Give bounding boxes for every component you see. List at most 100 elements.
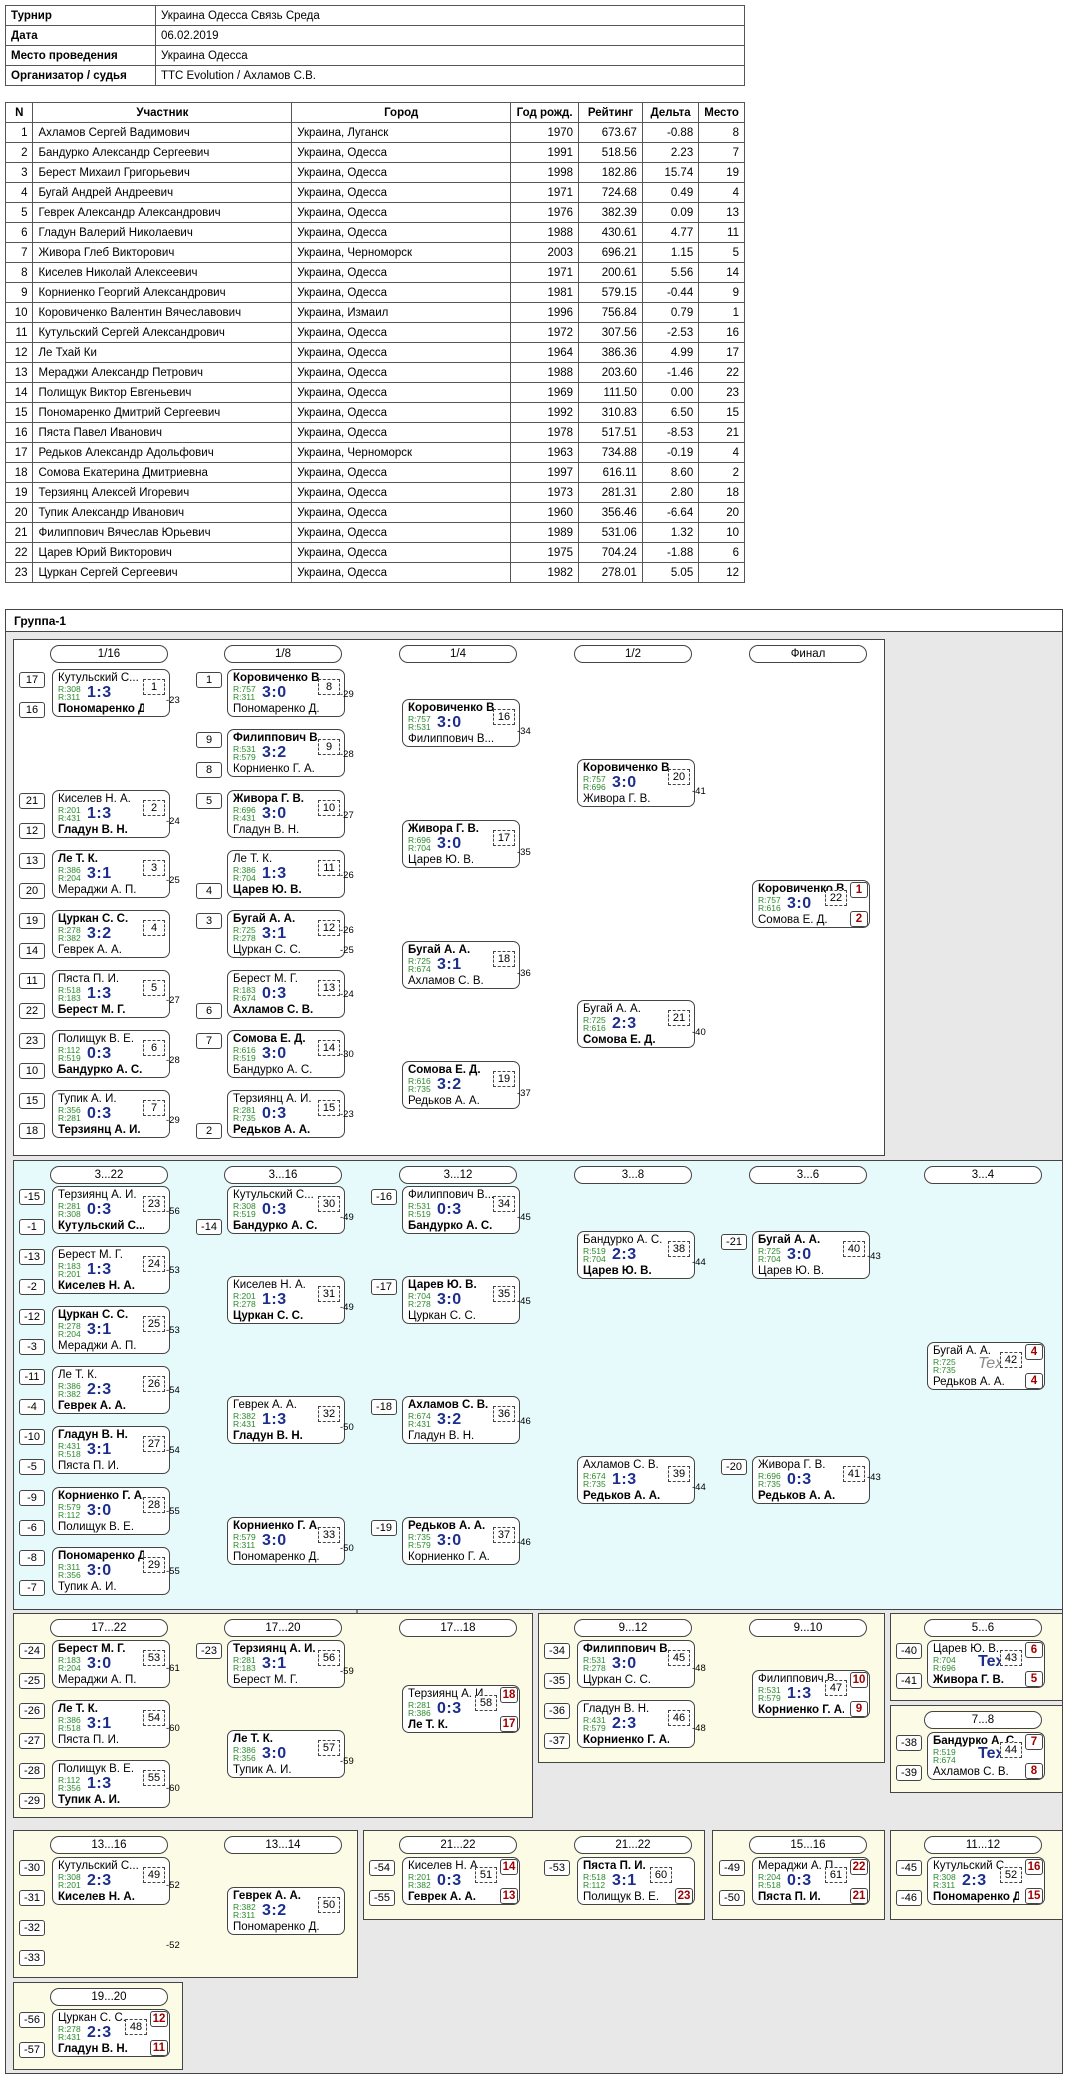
player-2-rating: R:204 [58, 1329, 81, 1339]
match-box: Пономаренко Д...R:311R:356Тупик А. И.3:0… [52, 1547, 170, 1595]
round-header: 21...22 [399, 1836, 517, 1854]
match-number: 3 [143, 860, 165, 876]
match-number: 60 [650, 1867, 672, 1883]
match-score: 2:3 [612, 1015, 637, 1032]
link-label: -46 [517, 1416, 531, 1427]
link-label: -52 [166, 1940, 180, 1951]
seed-box: 22 [19, 1003, 45, 1019]
player-2-name: Мераджи А. П. [58, 884, 137, 896]
seed-box: 5 [196, 793, 222, 809]
player-2-rating: R:311 [933, 1880, 956, 1890]
round-header: 1/8 [224, 645, 342, 663]
match-box: Гладун В. Н. R:431 R:518 Пяста П. И. 3:1 27 [52, 1426, 170, 1474]
link-label: -60 [166, 1783, 180, 1794]
player-2-rating: R:382 [408, 1880, 431, 1890]
seed-box: 6 [196, 1003, 222, 1019]
seed-box: -53 [544, 1860, 570, 1876]
match-score: 3:2 [437, 1076, 462, 1093]
round-header: 3...12 [399, 1166, 517, 1184]
match-box: Живора Г. В. R:696 R:431 Гладун В. Н. 3:0 10 [227, 790, 345, 838]
match-box: Коровиченко В...R:757R:531Филиппович В..… [402, 699, 520, 747]
link-label: -26 [340, 870, 354, 881]
match-number: 35 [493, 1286, 515, 1302]
match-box: Филиппович В... R:531 R:519 Бандурко А. С. 0… [402, 1186, 520, 1234]
player-2-name: Мераджи А. П. [58, 1674, 137, 1686]
round-header: 1/4 [399, 645, 517, 663]
match-box: Геврек А. А. R:382 R:431 Гладун В. Н. 1:3 32 [227, 1396, 345, 1444]
match-score: 3:0 [787, 895, 812, 912]
link-label: -24 [340, 989, 354, 1000]
player-2-name: Гладун В. Н. [58, 824, 128, 836]
match-score: 3:1 [87, 1441, 112, 1458]
match-number: 34 [493, 1196, 515, 1212]
seed-box: -13 [19, 1249, 45, 1265]
match-box: Бандурко А. С. R:519 R:704 Царев Ю. В. 2:3 38 [577, 1231, 695, 1279]
match-box: Геврек А. А. R:382 R:311 Пономаренко Д... 3:… [227, 1887, 345, 1935]
match-number: 30 [318, 1196, 340, 1212]
match-score: 3:1 [437, 956, 462, 973]
player-2-rating: R:735 [758, 1479, 781, 1489]
player-2-rating: R:531 [408, 722, 431, 732]
place-badge: 7 [1025, 1734, 1043, 1750]
seed-box: -50 [719, 1890, 745, 1906]
tournament-report: { "info":[ {"label":"Турнир","value":"Ук… [0, 0, 1070, 2080]
player-2-rating: R:356 [233, 1753, 256, 1763]
round-header: 1/2 [574, 645, 692, 663]
match-score: 0:3 [87, 1105, 112, 1122]
match-box: Пяста П. И. R:518 R:112 Полищук В. Е. 3:1 60 2… [577, 1857, 695, 1905]
match-score: 3:0 [612, 1655, 637, 1672]
place-badge: 6 [1025, 1642, 1043, 1658]
match-number: 38 [668, 1241, 690, 1257]
player-2-rating: R:735 [933, 1365, 956, 1375]
match-number: 43 [1000, 1650, 1022, 1666]
seed-box: 9 [196, 732, 222, 748]
player-2-rating: R:519 [233, 1053, 256, 1063]
match-box: Коровиченко В...R:757R:696Живора Г. В.3:… [577, 759, 695, 807]
link-label: -55 [166, 1566, 180, 1577]
link-label: -30 [340, 1049, 354, 1060]
player-2-rating: R:204 [58, 1663, 81, 1673]
seed-box: -39 [896, 1765, 922, 1781]
match-number: 9 [318, 739, 340, 755]
round-header: 11...12 [924, 1836, 1042, 1854]
link-label: -27 [340, 810, 354, 821]
link-label: -25 [166, 875, 180, 886]
seed-box: -12 [19, 1309, 45, 1325]
match-number: 21 [668, 1010, 690, 1026]
match-number: 56 [318, 1650, 340, 1666]
match-number: 46 [668, 1710, 690, 1726]
match-score: 3:1 [262, 1655, 287, 1672]
place-badge: 13 [500, 1888, 518, 1904]
match-number: 19 [493, 1071, 515, 1087]
match-score: 3:0 [262, 1745, 287, 1762]
match-box: Бугай А. А. R:725 R:735 Редьков А. А. Tex 42 4… [927, 1342, 1045, 1390]
seed-box: 12 [19, 823, 45, 839]
match-box: Редьков А. А. R:735 R:579 Корниенко Г. А. 3:… [402, 1517, 520, 1565]
place-badge: 12 [150, 2011, 168, 2027]
seed-box: 21 [19, 793, 45, 809]
player-2-name: Пономаренко Д... [233, 1921, 319, 1933]
link-label: -52 [166, 1880, 180, 1891]
match-score: 1:3 [87, 1775, 112, 1792]
match-box: Кутульский С... R:308 R:519 Бандурко А. С. 0… [227, 1186, 345, 1234]
match-score: 3:0 [437, 714, 462, 731]
match-score: 1:3 [87, 985, 112, 1002]
player-2-rating: R:311 [233, 1910, 256, 1920]
seed-box: -24 [19, 1643, 45, 1659]
match-box: Цуркан С. С. R:278 R:382 Геврек А. А. 3:2 4 [52, 910, 170, 958]
player-2-name: Бандурко А. С. [58, 1064, 143, 1076]
round-header: 13...14 [224, 1836, 342, 1854]
seed-box: 3 [196, 913, 222, 929]
link-label: -26 [340, 925, 354, 936]
player-2-name: Редьков А. А. [933, 1376, 1005, 1388]
seed-box: -37 [544, 1733, 570, 1749]
match-score: 1:3 [262, 1411, 287, 1428]
player-2-rating: R:519 [58, 1053, 81, 1063]
player-2-name: Геврек А. А. [58, 944, 122, 956]
player-2-rating: R:735 [583, 1479, 606, 1489]
match-score: 3:0 [437, 835, 462, 852]
match-box: Коровиченко В...R:757R:311Пономаренко Д.… [227, 669, 345, 717]
match-box: Ле Т. К. R:386 R:356 Тупик А. И. 3:0 57 [227, 1730, 345, 1778]
link-label: -29 [166, 1115, 180, 1126]
match-number: 23 [143, 1196, 165, 1212]
